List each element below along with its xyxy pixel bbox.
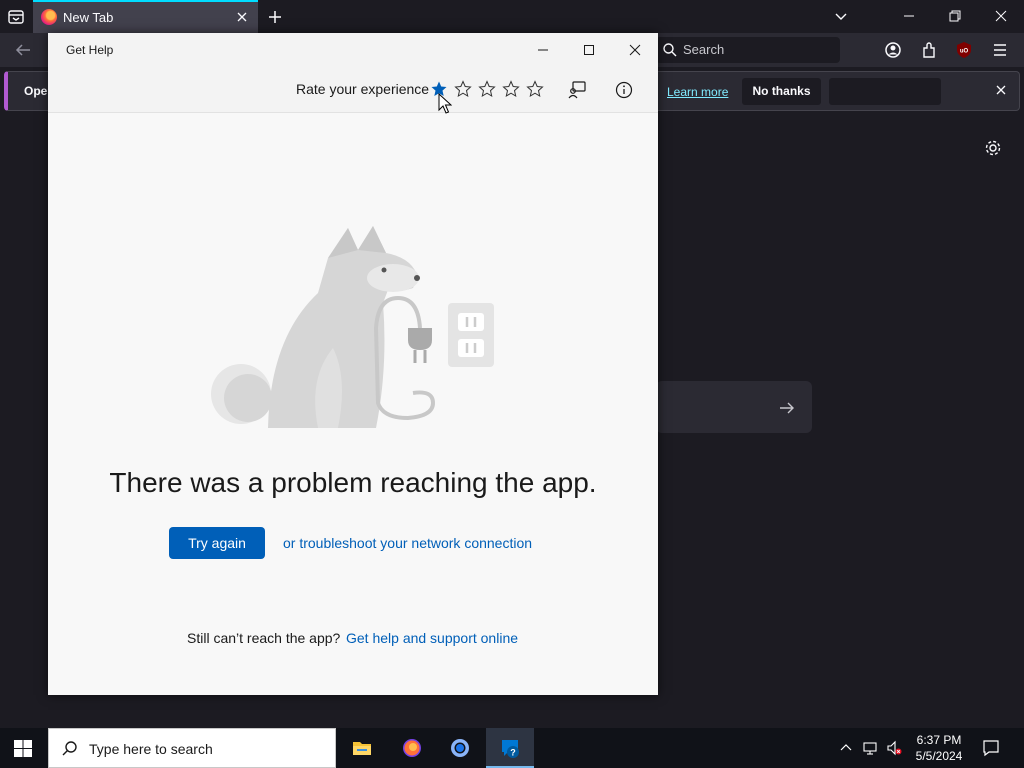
- firefox-icon: [401, 737, 423, 759]
- close-tab-icon[interactable]: [234, 9, 250, 25]
- menu-icon[interactable]: [989, 39, 1011, 61]
- back-arrow-icon[interactable]: [12, 39, 34, 61]
- close-icon[interactable]: [993, 82, 1009, 98]
- extensions-icon[interactable]: [918, 39, 940, 61]
- taskbar-firefox[interactable]: [388, 728, 436, 768]
- window-title-bar[interactable]: Get Help: [48, 33, 658, 67]
- taskbar-search-placeholder: Type here to search: [89, 741, 213, 757]
- get-help-window: Get Help Rate your experience There was …: [48, 33, 658, 695]
- arrow-right-icon[interactable]: [776, 397, 798, 419]
- mouse-cursor-icon: [438, 92, 453, 115]
- still-cant-reach-text: Still can’t reach the app?: [187, 630, 341, 646]
- taskbar: Type here to search ? 6:37 PM 5/5/2024: [0, 728, 1024, 768]
- star-empty-icon[interactable]: [454, 80, 472, 98]
- feedback-icon[interactable]: [566, 79, 588, 101]
- error-heading: There was a problem reaching the app.: [109, 467, 597, 498]
- minimize-icon[interactable]: [895, 4, 923, 28]
- windows-logo-icon[interactable]: [14, 740, 32, 757]
- troubleshoot-network-link[interactable]: or troubleshoot your network connection: [283, 535, 532, 551]
- taskbar-get-help[interactable]: ?: [486, 728, 534, 768]
- list-all-tabs-icon[interactable]: [5, 6, 27, 28]
- firefox-icon: [41, 9, 57, 25]
- taskbar-search-box[interactable]: Type here to search: [48, 728, 336, 768]
- get-help-online-link[interactable]: Get help and support online: [346, 630, 518, 646]
- clock-date: 5/5/2024: [915, 749, 963, 763]
- maximize-icon[interactable]: [575, 39, 603, 61]
- window-title: Get Help: [66, 43, 114, 57]
- network-icon[interactable]: [862, 740, 878, 756]
- new-tab-icon[interactable]: [264, 6, 286, 28]
- star-empty-icon[interactable]: [526, 80, 544, 98]
- chrome-icon: [449, 737, 471, 759]
- dog-unplugged-illustration: [208, 218, 508, 433]
- star-empty-icon[interactable]: [478, 80, 496, 98]
- volume-muted-icon[interactable]: [886, 740, 902, 756]
- browser-tab-bar: New Tab: [0, 0, 1024, 33]
- search-icon: [662, 42, 678, 58]
- close-icon[interactable]: [987, 4, 1015, 28]
- minimize-icon[interactable]: [529, 39, 557, 61]
- account-icon[interactable]: [882, 39, 904, 61]
- search-icon: [61, 740, 79, 758]
- try-again-button[interactable]: Try again: [169, 527, 265, 559]
- svg-text:uO: uO: [960, 49, 969, 55]
- no-thanks-button[interactable]: No thanks: [742, 78, 821, 105]
- notifications-icon[interactable]: [981, 738, 1001, 758]
- get-help-icon: ?: [499, 737, 521, 759]
- learn-more-link[interactable]: Learn more: [667, 85, 728, 99]
- restore-icon[interactable]: [941, 4, 969, 28]
- close-icon[interactable]: [621, 39, 649, 61]
- browser-tab-newtab[interactable]: New Tab: [33, 0, 258, 33]
- rating-toolbar: Rate your experience: [48, 67, 658, 113]
- browser-search-placeholder: Search: [683, 42, 725, 57]
- info-icon[interactable]: [613, 79, 635, 101]
- taskbar-file-explorer[interactable]: [338, 728, 386, 768]
- clock[interactable]: 6:37 PM 5/5/2024: [905, 732, 973, 764]
- svg-text:?: ?: [510, 748, 516, 758]
- taskbar-chrome[interactable]: [436, 728, 484, 768]
- tab-title: New Tab: [63, 10, 114, 25]
- gear-icon[interactable]: [982, 137, 1004, 159]
- chevron-up-icon[interactable]: [838, 740, 854, 756]
- folder-icon: [351, 737, 373, 759]
- ublock-icon[interactable]: uO: [953, 39, 975, 61]
- star-empty-icon[interactable]: [502, 80, 520, 98]
- notification-action-button[interactable]: [829, 78, 941, 105]
- rate-experience-label: Rate your experience: [296, 81, 430, 97]
- clock-time: 6:37 PM: [916, 733, 962, 747]
- chevron-down-icon[interactable]: [827, 4, 855, 28]
- browser-search-box[interactable]: Search: [656, 37, 840, 63]
